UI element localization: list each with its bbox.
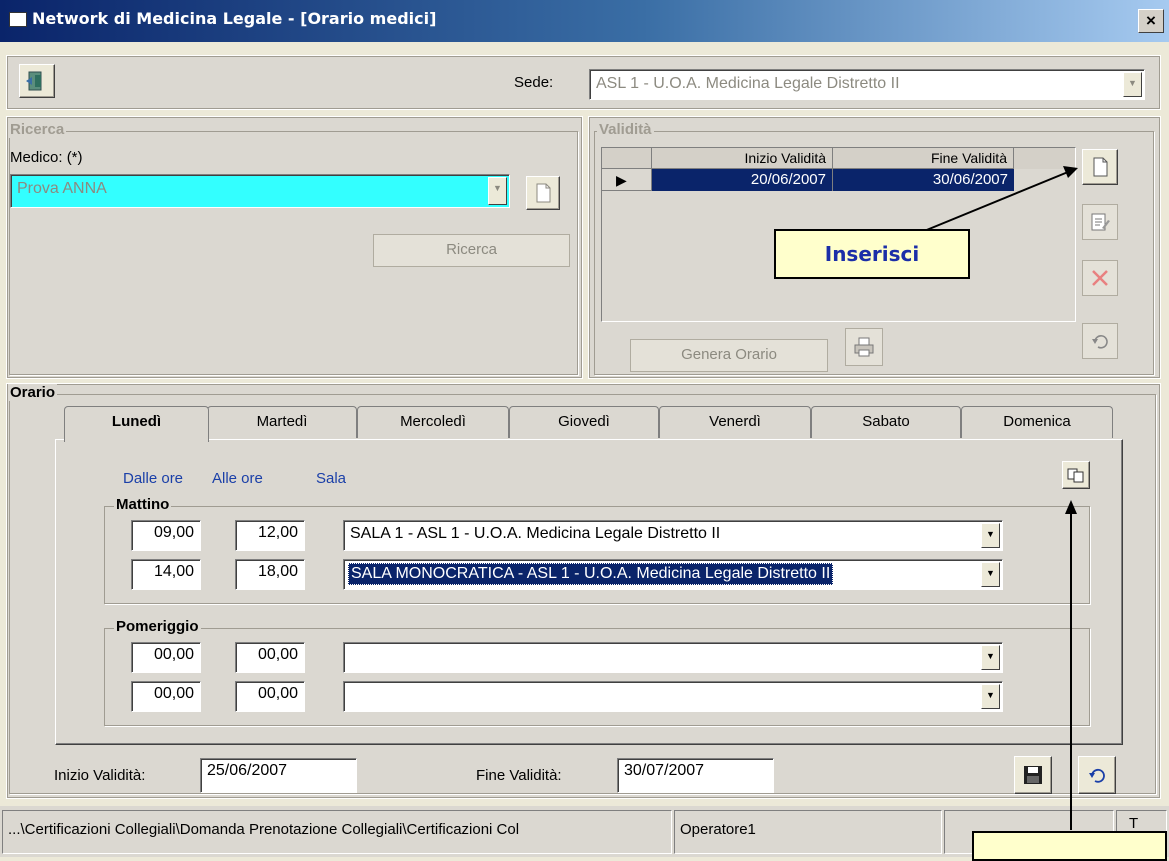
ricerca-panel: Ricerca Medico: (*) Prova ANNA ▼ Ricerca [6, 116, 583, 379]
ricerca-button[interactable]: Ricerca [373, 234, 570, 267]
window-title: Network di Medicina Legale - [Orario med… [32, 9, 437, 28]
column-header-fine[interactable]: Fine Validità [833, 148, 1014, 169]
mattino-label: Mattino [114, 496, 172, 513]
pomeriggio-label: Pomeriggio [114, 618, 201, 635]
tab-sabato[interactable]: Sabato [811, 406, 961, 438]
ricerca-group-label: Ricerca [8, 121, 67, 138]
mattino-alle-1[interactable]: 12,00 [235, 520, 305, 551]
chevron-down-icon[interactable]: ▼ [981, 645, 1000, 670]
header-dalle: Dalle ore [123, 470, 184, 487]
mattino-sala-2[interactable]: SALA MONOCRATICA - ASL 1 - U.O.A. Medici… [343, 559, 1003, 590]
tab-giovedi[interactable]: Giovedì [509, 406, 659, 438]
chevron-down-icon[interactable]: ▼ [981, 562, 1000, 587]
header-sala: Sala [316, 470, 347, 487]
mattino-dalle-1[interactable]: 09,00 [131, 520, 201, 551]
chevron-down-icon[interactable]: ▼ [488, 177, 507, 205]
undo-button[interactable] [1078, 756, 1116, 794]
new-validita-button[interactable] [1082, 149, 1118, 185]
status-path: ...\Certificazioni Collegiali\Domanda Pr… [2, 810, 672, 854]
undo-icon [1092, 335, 1108, 349]
mattino-dalle-2[interactable]: 14,00 [131, 559, 201, 590]
pomeriggio-dalle-2[interactable]: 00,00 [131, 681, 201, 712]
delete-validita-button[interactable] [1082, 260, 1118, 296]
sede-combobox[interactable]: ASL 1 - U.O.A. Medicina Legale Distretto… [589, 69, 1145, 100]
pomeriggio-alle-2[interactable]: 00,00 [235, 681, 305, 712]
tab-mercoledi[interactable]: Mercoledì [357, 406, 509, 438]
edit-validita-button[interactable] [1082, 204, 1118, 240]
app-icon [9, 12, 27, 27]
sede-label: Sede: [514, 74, 554, 91]
close-button[interactable]: × [1138, 9, 1164, 33]
pomeriggio-alle-1[interactable]: 00,00 [235, 642, 305, 673]
toolbar-panel: Sede: ASL 1 - U.O.A. Medicina Legale Dis… [6, 55, 1161, 110]
grid-corner [602, 148, 652, 169]
copy-button[interactable] [1062, 461, 1090, 489]
genera-orario-button[interactable]: Genera Orario [630, 339, 828, 372]
tab-martedi[interactable]: Martedì [207, 406, 357, 438]
title-bar: Network di Medicina Legale - [Orario med… [0, 0, 1169, 42]
mattino-sala-1-value: SALA 1 - ASL 1 - U.O.A. Medicina Legale … [350, 525, 721, 542]
pomeriggio-dalle-1[interactable]: 00,00 [131, 642, 201, 673]
sede-value: ASL 1 - U.O.A. Medicina Legale Distretto… [596, 75, 900, 92]
mattino-sala-2-value: SALA MONOCRATICA - ASL 1 - U.O.A. Medici… [348, 563, 834, 585]
exit-door-icon [26, 71, 42, 91]
inizio-validita-input[interactable]: 25/06/2007 [200, 758, 357, 793]
medico-combobox[interactable]: Prova ANNA ▼ [10, 174, 510, 208]
edit-icon [1091, 213, 1110, 231]
mattino-sala-1[interactable]: SALA 1 - ASL 1 - U.O.A. Medicina Legale … [343, 520, 1003, 551]
callout-inserisci: Inserisci [774, 229, 970, 279]
tab-lunedi[interactable]: Lunedì [64, 406, 209, 442]
orario-group-label: Orario [8, 384, 58, 401]
pomeriggio-sala-1[interactable]: ▼ [343, 642, 1003, 673]
tab-page-lunedi: Dalle ore Alle ore Sala Mattino 09,00 12… [55, 439, 1123, 745]
column-header-inizio[interactable]: Inizio Validità [652, 148, 833, 169]
row-fine[interactable]: 30/06/2007 [833, 169, 1014, 191]
floppy-save-icon [1024, 766, 1042, 784]
fine-validita-input[interactable]: 30/07/2007 [617, 758, 774, 793]
validita-group-label: Validità [597, 121, 654, 138]
chevron-down-icon[interactable]: ▼ [1123, 72, 1142, 97]
medico-label: Medico: (*) [10, 149, 83, 166]
print-button[interactable] [845, 328, 883, 366]
tab-domenica[interactable]: Domenica [961, 406, 1113, 438]
status-operator: Operatore1 [674, 810, 942, 854]
undo-icon [1089, 768, 1105, 783]
row-indicator-icon: ▶ [602, 169, 652, 191]
save-button[interactable] [1014, 756, 1052, 794]
delete-x-icon [1092, 270, 1108, 286]
printer-icon [854, 337, 874, 357]
fine-validita-label: Fine Validità: [476, 767, 562, 784]
header-alle: Alle ore [212, 470, 263, 487]
undo-validita-button[interactable] [1082, 323, 1118, 359]
chevron-down-icon[interactable]: ▼ [981, 523, 1000, 548]
chevron-down-icon[interactable]: ▼ [981, 684, 1000, 709]
copy-icon [1067, 468, 1084, 483]
new-document-icon [536, 183, 551, 203]
orario-panel: Orario Lunedì Martedì Mercoledì Giovedì … [6, 383, 1161, 799]
new-medico-button[interactable] [526, 176, 560, 210]
pomeriggio-sala-2[interactable]: ▼ [343, 681, 1003, 712]
new-document-icon [1093, 157, 1108, 177]
row-inizio[interactable]: 20/06/2007 [652, 169, 833, 191]
exit-button[interactable] [19, 64, 55, 98]
inizio-validita-label: Inizio Validità: [54, 767, 146, 784]
medico-value: Prova ANNA [17, 180, 107, 197]
mattino-alle-2[interactable]: 18,00 [235, 559, 305, 590]
tab-venerdi[interactable]: Venerdì [659, 406, 811, 438]
